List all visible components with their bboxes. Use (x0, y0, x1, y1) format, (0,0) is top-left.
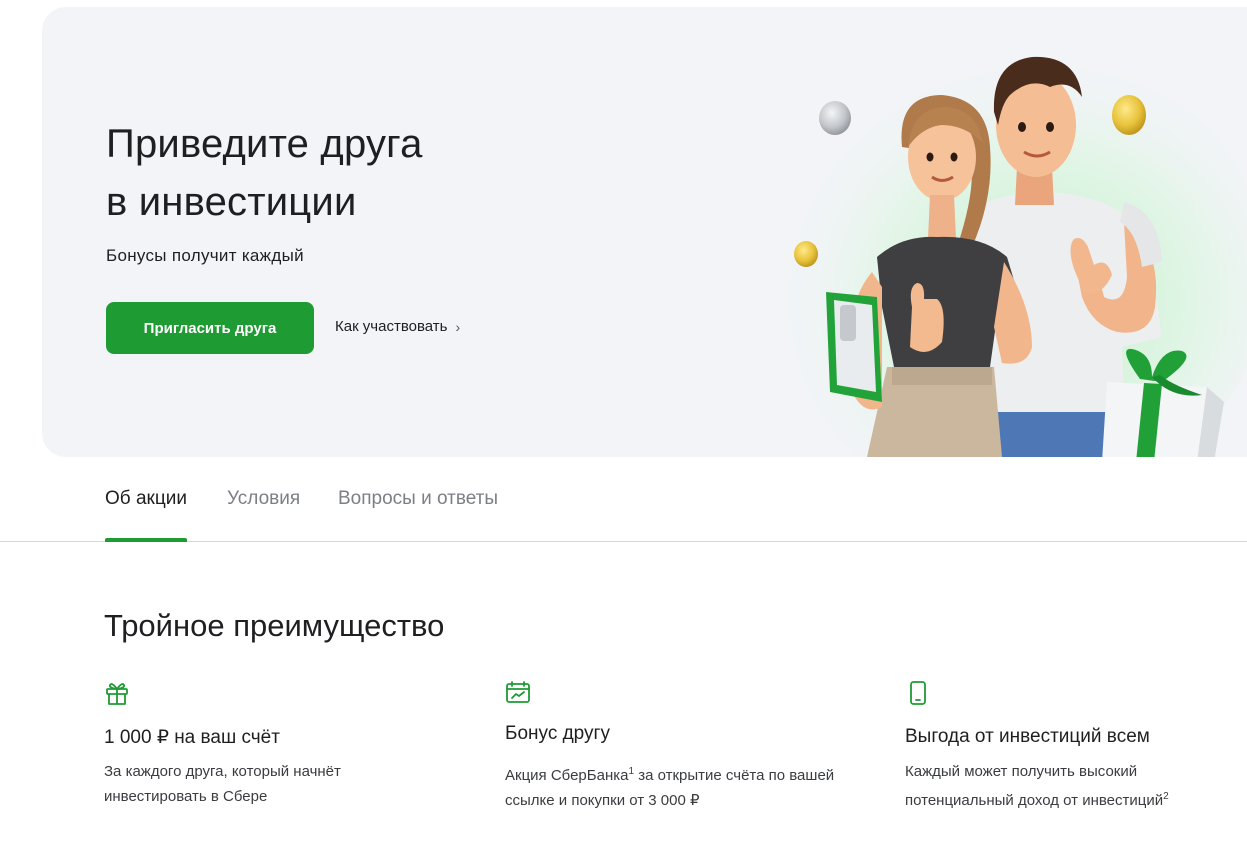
coin-silver (819, 101, 851, 135)
benefit-text-line2: ссылке и покупки от 3 000 ₽ (505, 792, 700, 809)
footnote-ref[interactable]: 2 (1163, 791, 1169, 802)
benefit-text-line1: Каждый может получить высокий (905, 763, 1138, 780)
benefit-card-friend: Бонус другу Акция СберБанка1 за открытие… (505, 680, 885, 809)
tab-conditions[interactable]: Условия (227, 488, 300, 542)
benefit-title: Выгода от инвестиций всем (905, 726, 1150, 747)
benefit-text-line2: инвестировать в Сбере (104, 788, 268, 805)
hero-subtitle: Бонусы получит каждый (106, 246, 304, 265)
benefit-text-line2: потенциальный доход от инвестиций (905, 792, 1164, 809)
benefit-text: Каждый может получить высокий потенциаль… (905, 759, 1169, 813)
benefit-text: За каждого друга, который начнёт инвести… (104, 759, 341, 809)
tab-faq[interactable]: Вопросы и ответы (338, 488, 498, 542)
benefit-title: 1 000 ₽ на ваш счёт (104, 727, 280, 748)
benefit-title: Бонус другу (505, 723, 610, 744)
invite-friend-button[interactable]: Пригласить друга (106, 302, 314, 354)
hero-title-line1: Приведите друга (106, 122, 423, 166)
chevron-right-icon: › (455, 318, 461, 335)
section-tabs: Об акции Условия Вопросы и ответы (0, 470, 1247, 542)
benefit-card-referrer: 1 000 ₽ на ваш счёт За каждого друга, ко… (104, 680, 484, 805)
benefit-text-line1: Акция СберБанка (505, 767, 629, 784)
calendar-chart-icon (506, 681, 530, 703)
hero-title: Приведите друга в инвестиции (106, 115, 526, 231)
how-to-participate-link[interactable]: Как участвовать › (335, 318, 460, 335)
hero-illustration (767, 47, 1247, 457)
hero-banner: Приведите друга в инвестиции Бонусы полу… (42, 7, 1247, 457)
gift-icon (106, 683, 128, 705)
benefit-text-line1-rest: за открытие счёта по вашей (634, 767, 835, 784)
tab-about[interactable]: Об акции (105, 488, 187, 542)
benefit-card-everyone: Выгода от инвестиций всем Каждый может п… (905, 680, 1247, 809)
benefit-text: Акция СберБанка1 за открытие счёта по ва… (505, 759, 834, 813)
how-to-participate-label: Как участвовать (335, 318, 448, 335)
hero-title-line2: в инвестиции (106, 180, 357, 224)
smartphone-icon (910, 681, 926, 705)
benefits-title: Тройное преимущество (104, 608, 445, 643)
benefit-text-line1: За каждого друга, который начнёт (104, 763, 341, 780)
